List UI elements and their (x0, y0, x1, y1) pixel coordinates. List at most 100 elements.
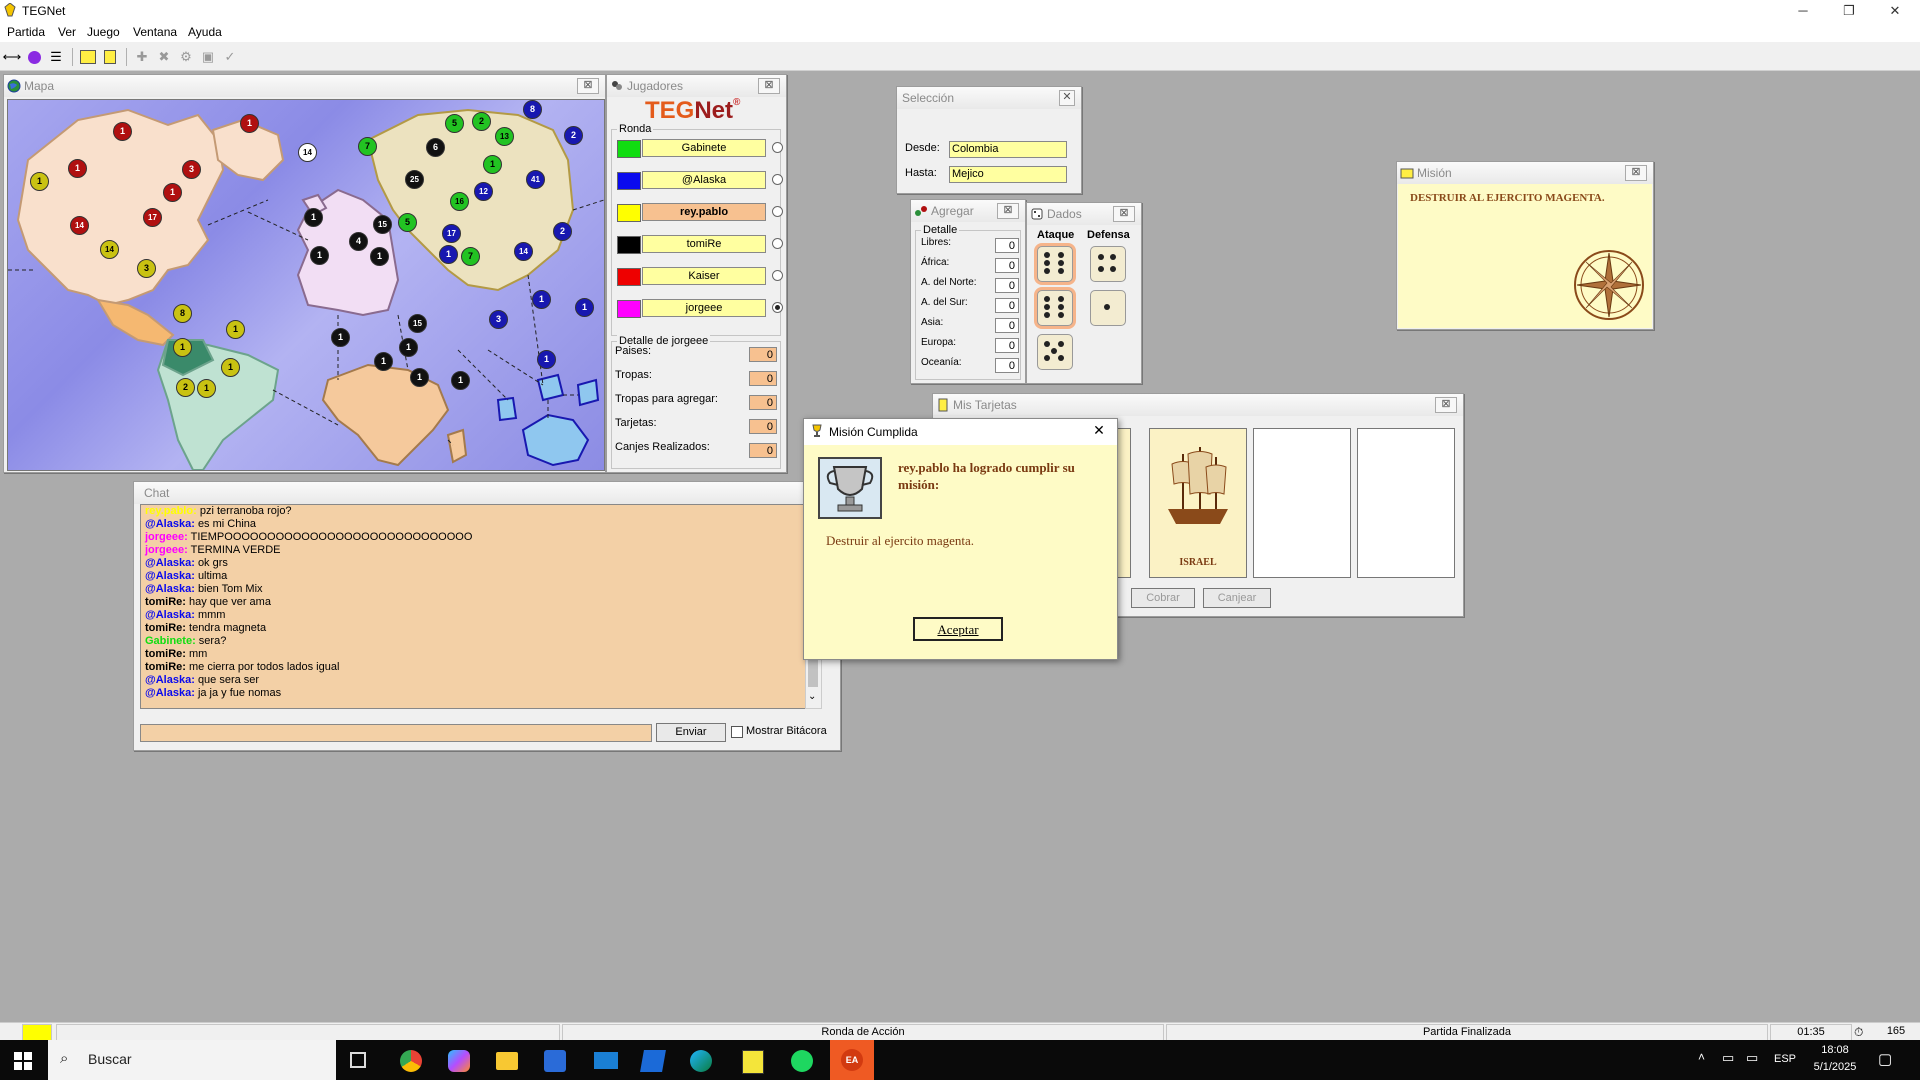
chevron-down-icon[interactable]: ⌄ (808, 691, 816, 702)
taskbar-search-box[interactable]: ⌕ Buscar (48, 1040, 336, 1080)
army-counter[interactable]: 1 (240, 114, 259, 133)
agregar-value[interactable]: 0 (995, 318, 1019, 333)
army-counter[interactable]: 17 (143, 208, 162, 227)
army-counter[interactable]: 1 (370, 247, 389, 266)
start-icon[interactable] (23, 46, 45, 68)
dados-close-button[interactable]: ⊠ (1113, 206, 1135, 222)
agregar-value[interactable]: 0 (995, 338, 1019, 353)
army-counter[interactable]: 2 (176, 378, 195, 397)
army-counter[interactable]: 4 (349, 232, 368, 251)
language-indicator[interactable]: ESP (1774, 1053, 1796, 1065)
army-counter[interactable]: 7 (461, 247, 480, 266)
player-row[interactable]: Kaiser (617, 267, 787, 286)
teams-like-icon[interactable] (640, 1050, 666, 1072)
connect-icon[interactable]: ⟷ (1, 46, 23, 68)
tegnet-task-icon[interactable] (742, 1050, 764, 1074)
army-counter[interactable]: 14 (298, 143, 317, 162)
army-counter[interactable]: 2 (553, 222, 572, 241)
army-counter[interactable]: 1 (304, 208, 323, 227)
army-counter[interactable]: 1 (221, 358, 240, 377)
army-counter[interactable]: 2 (472, 112, 491, 131)
hasta-field[interactable]: Mejico (949, 166, 1067, 183)
army-counter[interactable]: 1 (374, 352, 393, 371)
army-counter[interactable]: 3 (182, 160, 201, 179)
notification-icon[interactable]: ▢ (1878, 1050, 1892, 1068)
army-counter[interactable]: 15 (408, 314, 427, 333)
army-counter[interactable]: 1 (575, 298, 594, 317)
world-map[interactable]: 1 1 1 1 3 1 14 17 14 3 8 1 1 1 2 1 14 7 1 4 15 5 1 1 25 6 5 2 8 13 1 12… (7, 99, 605, 471)
send-button[interactable]: Enviar (656, 723, 726, 742)
mission-icon[interactable] (99, 46, 121, 68)
army-counter[interactable]: 14 (100, 240, 119, 259)
card-icon[interactable] (77, 46, 99, 68)
army-counter[interactable]: 1 (331, 328, 350, 347)
edge-icon[interactable] (690, 1050, 712, 1072)
chevron-up-icon[interactable]: ˄ (1698, 1050, 1705, 1064)
ea-app-icon[interactable]: EA (830, 1040, 874, 1080)
menu-juego[interactable]: Juego (87, 25, 120, 39)
dialog-close-icon[interactable]: ✕ (1088, 422, 1110, 442)
player-radio[interactable] (772, 206, 783, 217)
map-close-button[interactable]: ⊠ (577, 78, 599, 94)
army-counter[interactable]: 1 (451, 371, 470, 390)
bitacora-checkbox[interactable] (731, 726, 743, 738)
agregar-value[interactable]: 0 (995, 278, 1019, 293)
player-row[interactable]: jorgeee (617, 299, 787, 318)
army-counter[interactable]: 8 (173, 304, 192, 323)
army-counter[interactable]: 7 (358, 137, 377, 156)
player-radio[interactable] (772, 142, 783, 153)
army-counter[interactable]: 2 (564, 126, 583, 145)
end-turn-icon[interactable]: ✓ (219, 46, 241, 68)
store-icon[interactable] (544, 1050, 566, 1072)
agregar-value[interactable]: 0 (995, 298, 1019, 313)
army-counter[interactable]: 1 (410, 368, 429, 387)
army-counter[interactable]: 1 (68, 159, 87, 178)
desde-field[interactable]: Colombia (949, 141, 1067, 158)
chat-log[interactable]: rey.pablo: pzi terranoba rojo? @Alaska: e… (140, 504, 806, 709)
add-icon[interactable]: ✚ (131, 46, 153, 68)
agregar-close-button[interactable]: ⊠ (997, 203, 1019, 219)
agregar-value[interactable]: 0 (995, 238, 1019, 253)
player-row[interactable]: rey.pablo (617, 203, 787, 222)
player-row[interactable]: @Alaska (617, 171, 787, 190)
army-counter[interactable]: 13 (495, 127, 514, 146)
army-counter[interactable]: 3 (137, 259, 156, 278)
minimize-button[interactable]: ─ (1780, 0, 1826, 22)
attack-icon[interactable]: ✖ (153, 46, 175, 68)
army-counter[interactable]: 5 (398, 213, 417, 232)
menu-ver[interactable]: Ver (58, 25, 76, 39)
agregar-value[interactable]: 0 (995, 258, 1019, 273)
close-window-button[interactable]: ✕ (1872, 0, 1918, 22)
player-radio[interactable] (772, 270, 783, 281)
display-icon[interactable]: ▭ (1746, 1050, 1758, 1066)
player-radio[interactable] (772, 302, 783, 313)
army-counter[interactable]: 1 (113, 122, 132, 141)
player-row[interactable]: Gabinete (617, 139, 787, 158)
army-counter[interactable]: 14 (514, 242, 533, 261)
mision-close-button[interactable]: ⊠ (1625, 165, 1647, 181)
players-close-button[interactable]: ⊠ (758, 78, 780, 94)
army-counter[interactable]: 1 (310, 246, 329, 265)
player-row[interactable]: tomiRe (617, 235, 787, 254)
file-explorer-icon[interactable] (496, 1052, 518, 1070)
network-icon[interactable]: ▭ (1722, 1050, 1734, 1066)
army-counter[interactable]: 14 (70, 216, 89, 235)
army-counter[interactable]: 6 (426, 138, 445, 157)
army-counter[interactable]: 25 (405, 170, 424, 189)
task-view-icon[interactable] (350, 1052, 366, 1068)
army-counter[interactable]: 16 (450, 192, 469, 211)
mail-icon[interactable] (594, 1052, 618, 1069)
card-israel[interactable]: ISRAEL (1149, 428, 1247, 578)
army-counter[interactable]: 1 (399, 338, 418, 357)
agregar-value[interactable]: 0 (995, 358, 1019, 373)
army-counter[interactable]: 12 (474, 182, 493, 201)
cobrar-button[interactable]: Cobrar (1131, 588, 1195, 608)
menu-partida[interactable]: Partida (7, 25, 45, 39)
player-radio[interactable] (772, 174, 783, 185)
menu-ayuda[interactable]: Ayuda (188, 25, 222, 39)
list-icon[interactable]: ☰ (45, 46, 67, 68)
player-radio[interactable] (772, 238, 783, 249)
seleccion-close-button[interactable]: ✕ (1059, 90, 1075, 106)
windows-start-icon[interactable] (14, 1052, 32, 1070)
army-counter[interactable]: 1 (30, 172, 49, 191)
